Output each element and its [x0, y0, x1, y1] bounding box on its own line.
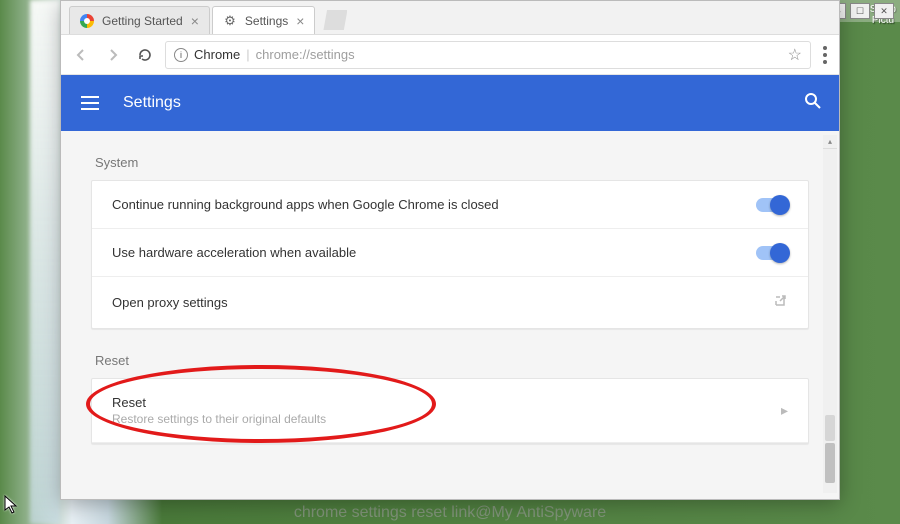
scrollbar-thumb[interactable] — [825, 415, 835, 441]
row-title: Reset — [112, 395, 769, 410]
row-proxy-settings[interactable]: Open proxy settings — [92, 277, 808, 328]
browser-window: Getting Started × ⚙ Settings × i Chrome … — [60, 0, 840, 500]
close-tab-icon[interactable]: × — [296, 13, 304, 29]
tab-strip: Getting Started × ⚙ Settings × — [61, 1, 839, 35]
tab-label: Settings — [245, 14, 288, 28]
titlebar-close-button[interactable]: ✕ — [874, 3, 894, 19]
toggle-hardware-accel[interactable] — [756, 246, 788, 260]
row-label: Use hardware acceleration when available — [112, 245, 744, 260]
row-reset-settings[interactable]: Reset Restore settings to their original… — [92, 379, 808, 443]
tab-getting-started[interactable]: Getting Started × — [69, 6, 210, 34]
settings-header: Settings — [61, 75, 839, 131]
scroll-up-arrow[interactable]: ▴ — [823, 135, 837, 149]
row-background-apps[interactable]: Continue running background apps when Go… — [92, 181, 808, 229]
scrollbar-thumb[interactable] — [825, 443, 835, 483]
browser-toolbar: i Chrome | chrome://settings ☆ — [61, 35, 839, 75]
site-info-icon[interactable]: i — [174, 48, 188, 62]
search-icon[interactable] — [803, 91, 823, 116]
row-label: Continue running background apps when Go… — [112, 197, 744, 212]
external-link-icon — [772, 293, 788, 312]
settings-page: Settings System Continue running backgro… — [61, 75, 839, 499]
close-tab-icon[interactable]: × — [191, 13, 199, 29]
chrome-favicon-icon — [80, 14, 94, 28]
chevron-right-icon: ▸ — [781, 402, 788, 419]
reset-card: Reset Restore settings to their original… — [91, 378, 809, 444]
tab-label: Getting Started — [102, 14, 183, 28]
row-label: Reset Restore settings to their original… — [112, 395, 769, 426]
row-label: Open proxy settings — [112, 295, 760, 310]
gear-favicon-icon: ⚙ — [223, 14, 237, 28]
reload-button[interactable] — [133, 43, 157, 67]
row-subtitle: Restore settings to their original defau… — [112, 412, 769, 426]
page-title: Settings — [123, 94, 783, 112]
address-path: chrome://settings — [256, 47, 355, 62]
settings-body: System Continue running background apps … — [61, 131, 839, 499]
titlebar-maximize-button[interactable]: ☐ — [850, 3, 870, 19]
back-button[interactable] — [69, 43, 93, 67]
toggle-background-apps[interactable] — [756, 198, 788, 212]
bookmark-star-icon[interactable]: ☆ — [788, 45, 802, 65]
settings-menu-button[interactable] — [77, 92, 103, 114]
address-origin: Chrome — [194, 47, 240, 62]
forward-button[interactable] — [101, 43, 125, 67]
system-card: Continue running background apps when Go… — [91, 180, 809, 329]
watermark-text: chrome settings reset link@My AntiSpywar… — [294, 504, 606, 522]
new-tab-button[interactable] — [323, 10, 347, 30]
address-bar[interactable]: i Chrome | chrome://settings ☆ — [165, 41, 811, 69]
section-label-system: System — [95, 155, 805, 170]
scrollbar[interactable]: ▴ — [823, 135, 837, 493]
browser-menu-button[interactable] — [819, 42, 831, 68]
section-label-reset: Reset — [95, 353, 805, 368]
row-hardware-accel[interactable]: Use hardware acceleration when available — [92, 229, 808, 277]
mouse-cursor — [4, 495, 20, 520]
tab-settings[interactable]: ⚙ Settings × — [212, 6, 316, 34]
